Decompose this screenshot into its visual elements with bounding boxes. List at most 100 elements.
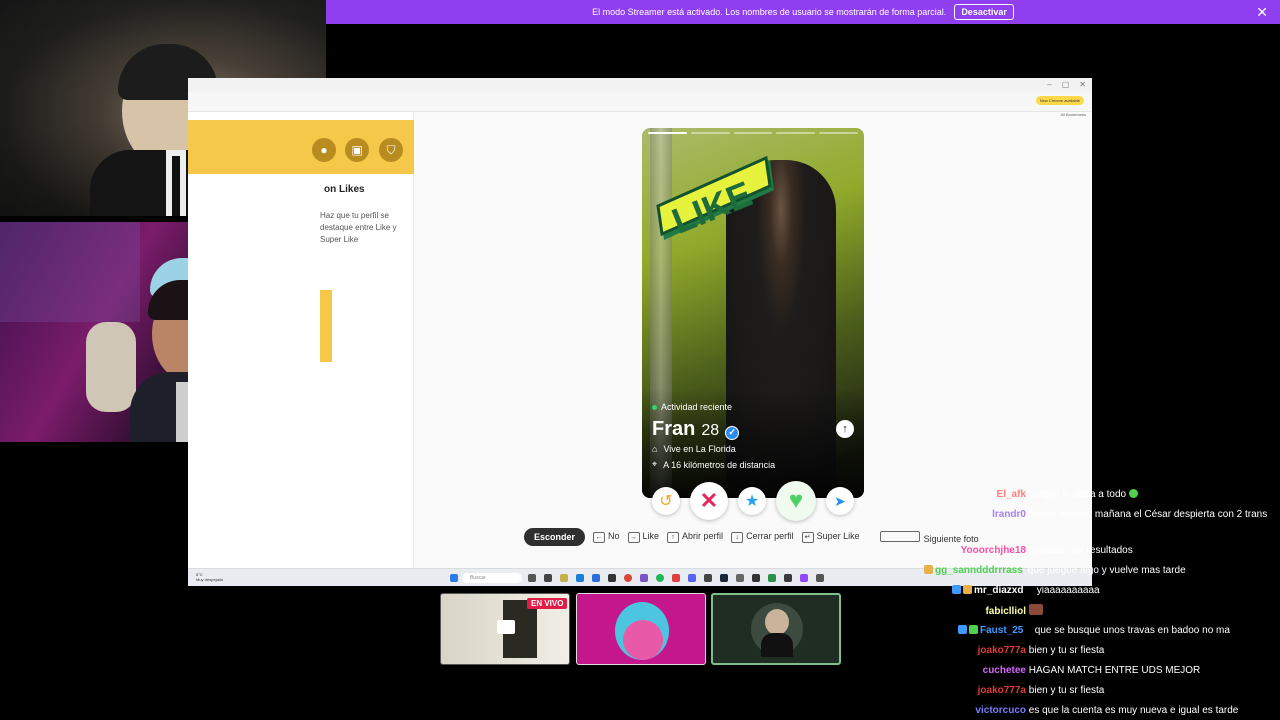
window-controls: – ▢ ✕ [1047,80,1086,89]
close-window-icon[interactable]: ✕ [1079,80,1086,89]
sidebar-heading: on Likes [324,184,365,195]
arrow-down-key-icon: ↓ [731,532,744,543]
location-pin-icon: ⌖ [652,459,658,469]
chat-text: mañana hay resultados [1028,545,1133,556]
promo-header: ● ▣ ⛉ [188,120,414,174]
settings-icon[interactable] [816,574,824,582]
shortcut-superlike: ↵ Super Like [801,531,860,543]
arrow-right-key-icon: → [627,532,640,543]
profile-location: ⌂ Vive en La Florida [652,444,736,454]
chat-username[interactable]: gg_sanndddrrrass [935,564,1025,578]
chrome-icon[interactable] [624,574,632,582]
stream-chat: El_afk porque le daba a todo lrandr0 tra… [900,484,1280,720]
app-icon[interactable] [544,574,552,582]
taskbar-search[interactable]: Buscar [462,573,522,583]
promo-card-edge[interactable] [320,290,332,362]
chat-username[interactable]: Faust_25 [980,624,1032,638]
sub-badge-icon [969,625,978,634]
star-icon: ★ [744,493,760,510]
chat-text: tranka nomas, mañana el César despierta … [1028,509,1268,520]
app-icon[interactable] [672,574,680,582]
chat-username[interactable]: mr_diazxd [974,584,1034,598]
start-icon[interactable] [450,574,458,582]
shield-icon[interactable]: ⛉ [379,138,403,162]
live-thumb-avatar[interactable] [576,593,706,665]
app-icon[interactable] [640,574,648,582]
maximize-icon[interactable]: ▢ [1062,80,1070,89]
update-chrome-chip[interactable]: New Chrome available [1035,96,1084,105]
like-button[interactable]: ♥ [776,481,816,521]
sub-badge-icon [924,565,933,574]
rewind-button[interactable]: ↺ [652,487,680,515]
chat-username[interactable]: fabiclliol [900,605,1026,619]
chat-message: fabiclliol [900,604,1280,619]
app-icon[interactable] [704,574,712,582]
browser-titlebar: – ▢ ✕ [188,78,1092,92]
tinder-sidebar: ● ▣ ⛉ on Likes Haz que tu perfil se dest… [188,112,414,572]
verified-icon: ✓ [725,425,740,440]
streamer-mode-banner: El modo Streamer está activado. Los nomb… [326,0,1280,24]
emote-icon [1028,604,1043,615]
chat-message: gg_sanndddrrrass que juegue algo y vuelv… [900,564,1280,578]
chat-message: victorcuco es que la cuenta es muy nueva… [900,704,1280,718]
chat-username[interactable]: lrandr0 [900,508,1026,522]
app-icon[interactable] [784,574,792,582]
shortcut-close: ↓ Cerrar perfil [731,531,794,543]
chat-username[interactable]: victorcuco [900,704,1026,718]
chat-text: HAGAN MATCH ENTRE UDS MEJOR [1028,665,1201,676]
profile-card[interactable]: LIKE Actividad reciente Fran 28 ✓ ↑ ⌂ Vi… [642,128,864,498]
skull-figure [86,322,136,412]
heart-icon: ♥ [788,487,804,514]
mod-badge-icon [952,585,961,594]
briefcase-icon[interactable]: ▣ [345,138,369,162]
store-icon[interactable] [592,574,600,582]
edge-icon[interactable] [576,574,584,582]
sidebar-subtext: Haz que tu perfil se destaque entre Like… [320,211,397,244]
app-icon[interactable] [736,574,744,582]
nope-button[interactable]: ✕ [690,482,728,520]
chat-message: joako777a bien y tu sr fiesta [900,684,1280,698]
minimize-icon[interactable]: – [1047,80,1051,89]
spotify-icon[interactable] [656,574,664,582]
steam-icon[interactable] [720,574,728,582]
chat-username[interactable]: El_afk [900,488,1026,502]
chat-username[interactable]: cuchetee [900,664,1026,678]
chat-text: porque le daba a todo [1028,489,1127,500]
live-thumb-screen[interactable]: EN VIVO [440,593,570,665]
chat-message: El_afk porque le daba a todo [900,488,1280,502]
app-icon[interactable] [768,574,776,582]
chat-username[interactable]: joako777a [900,644,1026,658]
discord-icon[interactable] [688,574,696,582]
open-profile-icon[interactable]: ↑ [836,420,854,438]
close-x-icon: ✕ [699,488,719,513]
vip-badge-icon [958,625,967,634]
close-icon[interactable]: ✕ [1256,4,1268,21]
app-icon[interactable] [608,574,616,582]
chat-message: Faust_25 que se busque unos travas en ba… [900,624,1280,638]
send-icon: ➤ [834,492,846,509]
twitch-icon[interactable] [800,574,808,582]
obs-icon[interactable] [752,574,760,582]
superlike-button[interactable]: ★ [738,487,766,515]
activity-status: Actividad reciente [652,402,732,412]
all-bookmarks[interactable]: All Bookmarks [1060,112,1086,117]
emote-icon [1128,489,1138,498]
chat-text: bien y tu sr fiesta [1028,685,1105,696]
rewind-icon: ↺ [659,493,673,510]
explorer-icon[interactable] [560,574,568,582]
task-view-icon[interactable] [528,574,536,582]
hide-shortcuts-button[interactable]: Esconder [524,528,586,546]
deactivate-button[interactable]: Desactivar [954,4,1014,20]
online-dot-icon [652,404,657,410]
weather-widget[interactable]: 8°C Muy despejado [196,572,223,582]
live-thumb-camera[interactable] [711,593,841,665]
chat-username[interactable]: joako777a [900,684,1026,698]
chat-message: Yooorchjhe18 mañana hay resultados [900,544,1280,558]
screen-share-icon [497,620,515,634]
boost-button[interactable]: ➤ [826,487,854,515]
chat-username[interactable]: Yooorchjhe18 [900,544,1026,558]
live-badge: EN VIVO [527,598,568,609]
chat-message: lrandr0 tranka nomas, mañana el César de… [900,508,1280,522]
address-bar[interactable]: New Chrome available [188,92,1092,112]
circle-icon[interactable]: ● [312,138,336,162]
